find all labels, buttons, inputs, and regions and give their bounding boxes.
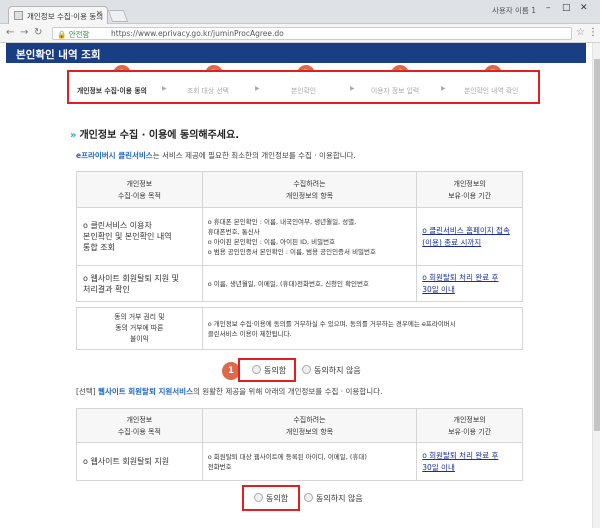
radio-icon[interactable]: [304, 493, 313, 502]
step-arrow-icon: ▶: [255, 85, 260, 92]
items-cell: o 회원탈퇴 대상 웹사이트에 등록된 아이디, 이메일, (휴대) 전화번호: [201, 442, 418, 481]
service-name: e프라이버시 클린서비스: [76, 151, 153, 160]
table-header-purpose: 개인정보 수집·이용 목적: [76, 408, 203, 443]
close-tab-icon[interactable]: ×: [95, 9, 103, 19]
table-header-purpose: 개인정보 수집·이용 목적: [76, 171, 203, 208]
page-header: 본인확인 내역 조회: [6, 43, 586, 63]
consent-table: 개인정보 수집·이용 목적 수집하려는 개인정보의 항목 개인정보의 보유·이용 기간…: [76, 171, 524, 350]
purpose-cell: o 웹사이트 회원탈퇴 지원: [76, 442, 203, 481]
radio-icon[interactable]: [302, 365, 311, 374]
radio-icon[interactable]: [252, 365, 261, 374]
step-1-label: 개인정보 수집·이용 동의: [77, 87, 147, 95]
section-description: e프라이버시 클린서비스는 서비스 제공에 필요한 최소한의 개인정보를 수집 …: [76, 151, 356, 160]
purpose-cell: o 웹사이트 회원탈퇴 지원 및 처리결과 확인: [76, 265, 203, 302]
agree-radio-2[interactable]: 동의함: [254, 493, 288, 504]
table-header-items: 수집하려는 개인정보의 항목: [201, 408, 418, 443]
step-2-label: 조회 대상 선택: [187, 87, 229, 95]
user-profile[interactable]: 사용자 이름 1: [492, 5, 536, 16]
secure-indicator[interactable]: 🔒 안전함: [57, 29, 89, 40]
period-link[interactable]: o 회원탈퇴 처리 완료 후 30일 이내: [422, 451, 498, 472]
step-5-label: 본인확인 내역 확인: [464, 87, 519, 95]
browser-menu-icon[interactable]: ⋮: [588, 27, 598, 38]
scrollbar-thumb[interactable]: [594, 59, 600, 431]
period-link[interactable]: o 클린서비스 홈페이지 접속 (이용) 종료 시까지: [422, 226, 510, 247]
browser-tab[interactable]: 개인정보 수집·이용 동의 ×: [8, 6, 108, 24]
double-chevron-icon: »: [70, 130, 77, 141]
optional-description: [선택] 웹사이트 회원탈퇴 지원서비스의 원활한 제공을 위해 아래의 개인정…: [76, 387, 383, 396]
optional-service-name: 웹사이트 회원탈퇴 지원서비스: [98, 387, 193, 396]
table-header-period: 개인정보의 보유·이용 기간: [416, 171, 523, 208]
maximize-icon[interactable]: □: [562, 3, 571, 13]
items-cell: o 휴대폰 본인확인 : 이름, 내국인여부, 생년월일, 성별, 휴대폰번호, …: [201, 207, 418, 266]
step-3-label: 본인확인: [291, 87, 317, 95]
optional-consent-table: 개인정보 수집·이용 목적 수집하려는 개인정보의 항목 개인정보의 보유·이용 기간…: [76, 408, 523, 481]
purpose-cell: o 클린서비스 이용자 본인확인 및 본인확인 내역 통합 조회: [76, 207, 203, 266]
url-text[interactable]: https://www.eprivacy.go.kr/juminProcAgre…: [111, 29, 284, 38]
table-row: o 웹사이트 회원탈퇴 지원 및 처리결과 확인 o 이름, 생년월일, 이메일,…: [76, 265, 523, 302]
page-favicon-icon: [14, 11, 23, 20]
forward-icon[interactable]: →: [20, 27, 28, 38]
vertical-scrollbar[interactable]: [592, 43, 600, 528]
url-bar[interactable]: 🔒 안전함 https://www.eprivacy.go.kr/juminPr…: [52, 27, 572, 40]
step-arrow-icon: ▶: [162, 85, 167, 92]
agree-radio-1[interactable]: 동의함: [252, 365, 286, 376]
table-header-period: 개인정보의 보유·이용 기간: [416, 408, 523, 443]
refusal-text: o 개인정보 수집·이용에 동의를 거부하실 수 있으며, 동의를 거부하는 경…: [201, 307, 524, 350]
new-tab-button[interactable]: [107, 10, 129, 22]
table-row: o 웹사이트 회원탈퇴 지원 o 회원탈퇴 대상 웹사이트에 등록된 아이디, …: [76, 442, 523, 481]
close-window-icon[interactable]: ✕: [580, 3, 588, 13]
address-bar-row: ← → ↻ 🔒 안전함 https://www.eprivacy.go.kr/j…: [0, 24, 600, 43]
reload-icon[interactable]: ↻: [34, 27, 42, 38]
tab-title: 개인정보 수집·이용 동의: [27, 12, 104, 21]
section-title: » 개인정보 수집 · 이용에 동의해주세요.: [70, 130, 239, 141]
back-icon[interactable]: ←: [6, 27, 14, 38]
refusal-header: 동의 거부 권리 및 동의 거부에 따른 불이익: [76, 307, 203, 350]
page-title: 본인확인 내역 조회: [16, 49, 101, 61]
step-arrow-icon: ▶: [350, 85, 355, 92]
minimize-icon[interactable]: –: [546, 3, 551, 13]
step-arrow-icon: ▶: [441, 85, 446, 92]
browser-titlebar: 개인정보 수집·이용 동의 × 사용자 이름 1 – □ ✕: [0, 0, 600, 24]
table-header-items: 수집하려는 개인정보의 항목: [201, 171, 418, 208]
disagree-radio-2[interactable]: 동의하지 않음: [304, 493, 363, 504]
bookmark-star-icon[interactable]: ☆: [576, 27, 585, 38]
table-row: o 클린서비스 이용자 본인확인 및 본인확인 내역 통합 조회 o 휴대폰 본인확…: [76, 207, 523, 266]
refusal-row: 동의 거부 권리 및 동의 거부에 따른 불이익 o 개인정보 수집·이용에 동의를…: [76, 307, 524, 350]
period-link[interactable]: o 회원탈퇴 처리 완료 후 30일 이내: [422, 273, 498, 294]
step-indicator: 개인정보 수집·이용 동의 ▶ 조회 대상 선택 ▶ 본인확인 ▶ 이용자 정보…: [67, 70, 540, 104]
step-4-label: 이용자 정보 입력: [371, 87, 420, 95]
disagree-radio-1[interactable]: 동의하지 않음: [302, 365, 361, 376]
items-cell: o 이름, 생년월일, 이메일, (휴대)전화번호, 신청인 확인번호: [201, 265, 418, 302]
radio-icon[interactable]: [254, 493, 263, 502]
